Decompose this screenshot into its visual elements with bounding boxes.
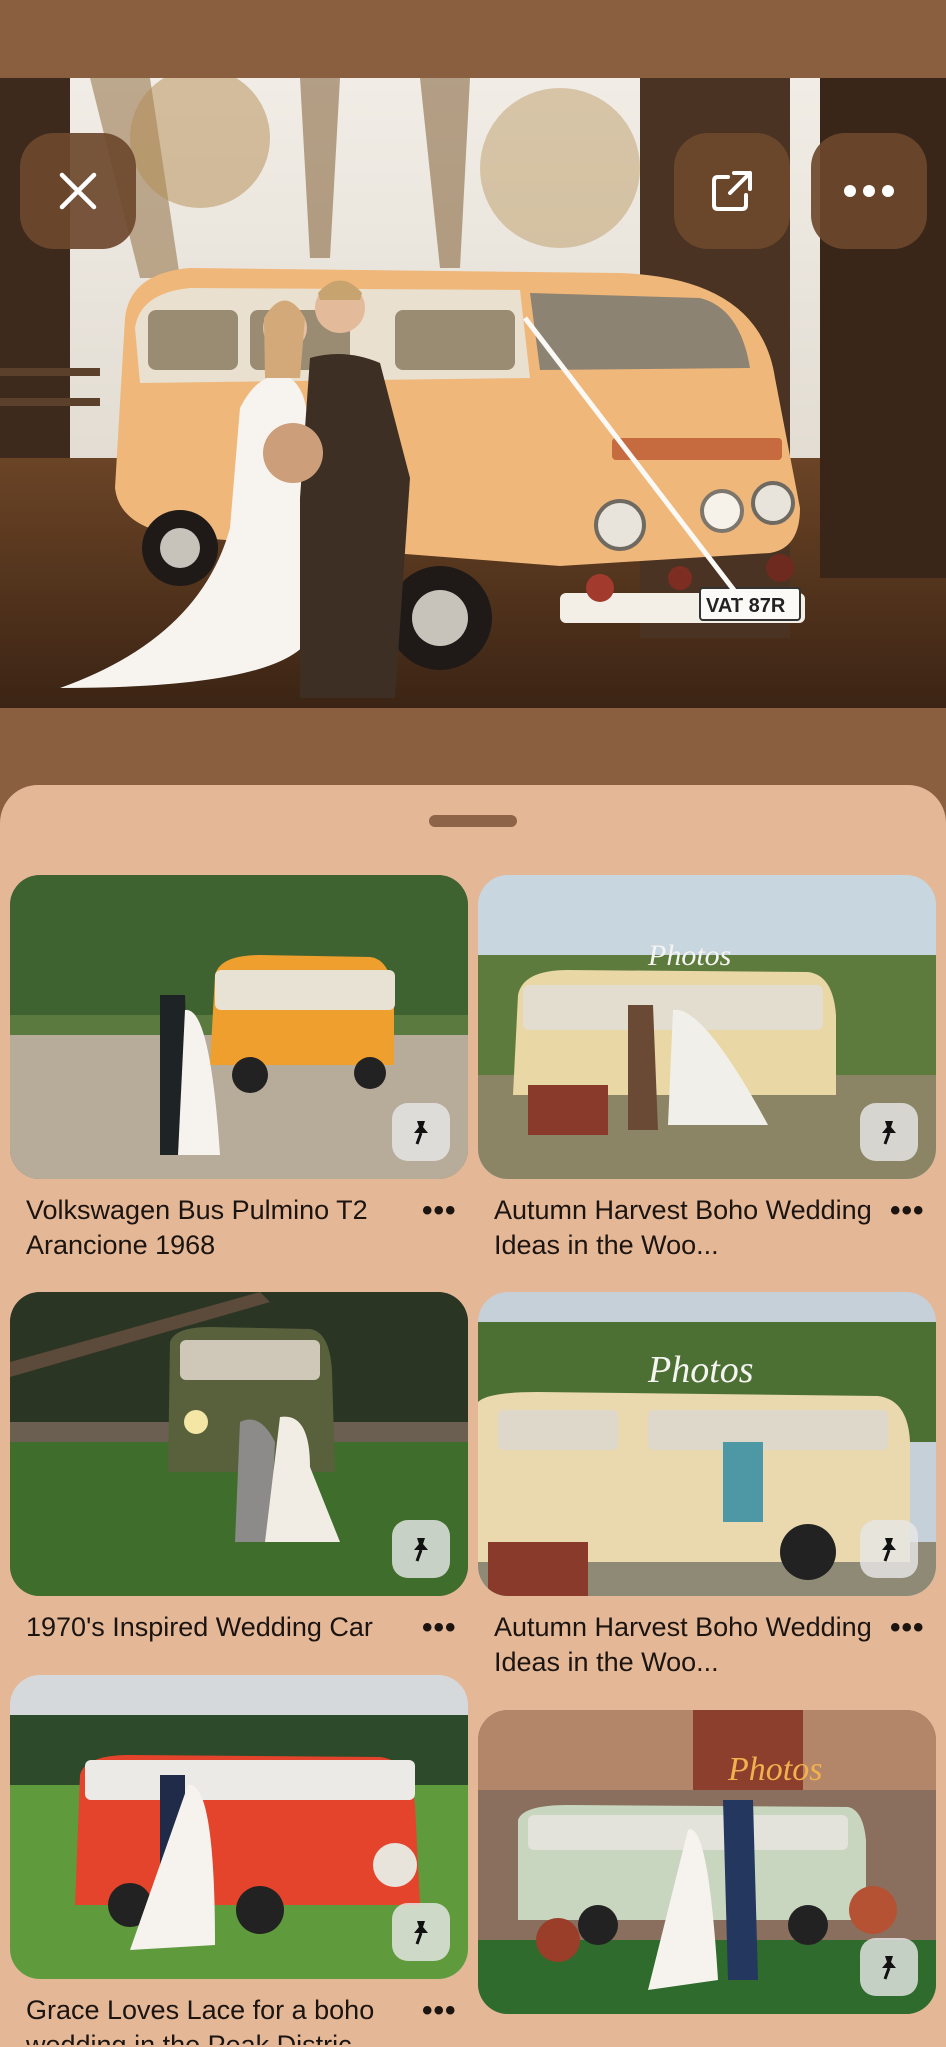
open-link-button[interactable] bbox=[674, 133, 790, 249]
external-link-icon bbox=[712, 171, 752, 211]
save-pin-button[interactable] bbox=[392, 1520, 450, 1578]
pin-card[interactable]: Photos Autumn Harvest Boho Wedding Ideas… bbox=[478, 875, 936, 1260]
save-pin-button[interactable] bbox=[392, 1903, 450, 1961]
pin-more-button[interactable]: ••• bbox=[890, 1196, 930, 1226]
pin-image[interactable] bbox=[10, 1292, 468, 1596]
pin-icon bbox=[414, 1121, 428, 1145]
pin-icon bbox=[882, 1956, 896, 1980]
pin-card[interactable]: Volkswagen Bus Pulmino T2 Arancione 1968… bbox=[10, 875, 468, 1260]
save-pin-button[interactable] bbox=[392, 1103, 450, 1161]
pin-title[interactable]: Volkswagen Bus Pulmino T2 Arancione 1968 bbox=[26, 1193, 416, 1263]
sheet-drag-handle[interactable] bbox=[429, 815, 517, 827]
pin-title[interactable]: Autumn Harvest Boho Wedding Ideas in the… bbox=[494, 1610, 884, 1680]
license-plate: VAT 87R bbox=[706, 595, 786, 617]
pin-icon bbox=[414, 1921, 428, 1945]
pin-title[interactable]: Autumn Harvest Boho Wedding Ideas in the… bbox=[494, 1193, 884, 1263]
close-icon bbox=[59, 172, 97, 210]
pin-icon bbox=[882, 1538, 896, 1562]
close-button[interactable] bbox=[20, 133, 136, 249]
save-pin-button[interactable] bbox=[860, 1520, 918, 1578]
pin-image[interactable]: Photos bbox=[478, 1292, 936, 1596]
pin-image[interactable] bbox=[10, 875, 468, 1179]
pin-card[interactable]: Photos Autumn Harvest Boho Wedding Ideas… bbox=[478, 1292, 936, 1677]
pin-card[interactable]: 1970's Inspired Wedding Car ••• bbox=[10, 1292, 468, 1643]
pin-more-button[interactable]: ••• bbox=[422, 1996, 462, 2026]
pin-icon bbox=[414, 1538, 428, 1562]
pin-card[interactable]: Grace Loves Lace for a boho wedding in t… bbox=[10, 1675, 468, 2045]
pin-more-button[interactable]: ••• bbox=[422, 1613, 462, 1643]
pin-image[interactable]: Photos bbox=[478, 1710, 936, 2014]
pin-more-button[interactable]: ••• bbox=[890, 1613, 930, 1643]
more-horizontal-icon bbox=[844, 185, 894, 197]
svg-text:Photos: Photos bbox=[727, 1751, 822, 1788]
save-pin-button[interactable] bbox=[860, 1938, 918, 1996]
pin-icon bbox=[882, 1121, 896, 1145]
more-options-button[interactable] bbox=[811, 133, 927, 249]
svg-text:Photos: Photos bbox=[647, 1349, 754, 1391]
pin-title[interactable]: Grace Loves Lace for a boho wedding in t… bbox=[26, 1993, 416, 2045]
pin-title[interactable]: 1970's Inspired Wedding Car bbox=[26, 1610, 416, 1645]
pin-image[interactable]: Photos bbox=[478, 875, 936, 1179]
main-photo[interactable]: VAT 87R bbox=[0, 78, 946, 708]
pin-card[interactable]: Photos bbox=[478, 1710, 936, 2014]
pin-image[interactable] bbox=[10, 1675, 468, 1979]
related-pins-sheet: Volkswagen Bus Pulmino T2 Arancione 1968… bbox=[0, 785, 946, 2047]
pin-more-button[interactable]: ••• bbox=[422, 1196, 462, 1226]
save-pin-button[interactable] bbox=[860, 1103, 918, 1161]
svg-text:Photos: Photos bbox=[647, 939, 731, 972]
